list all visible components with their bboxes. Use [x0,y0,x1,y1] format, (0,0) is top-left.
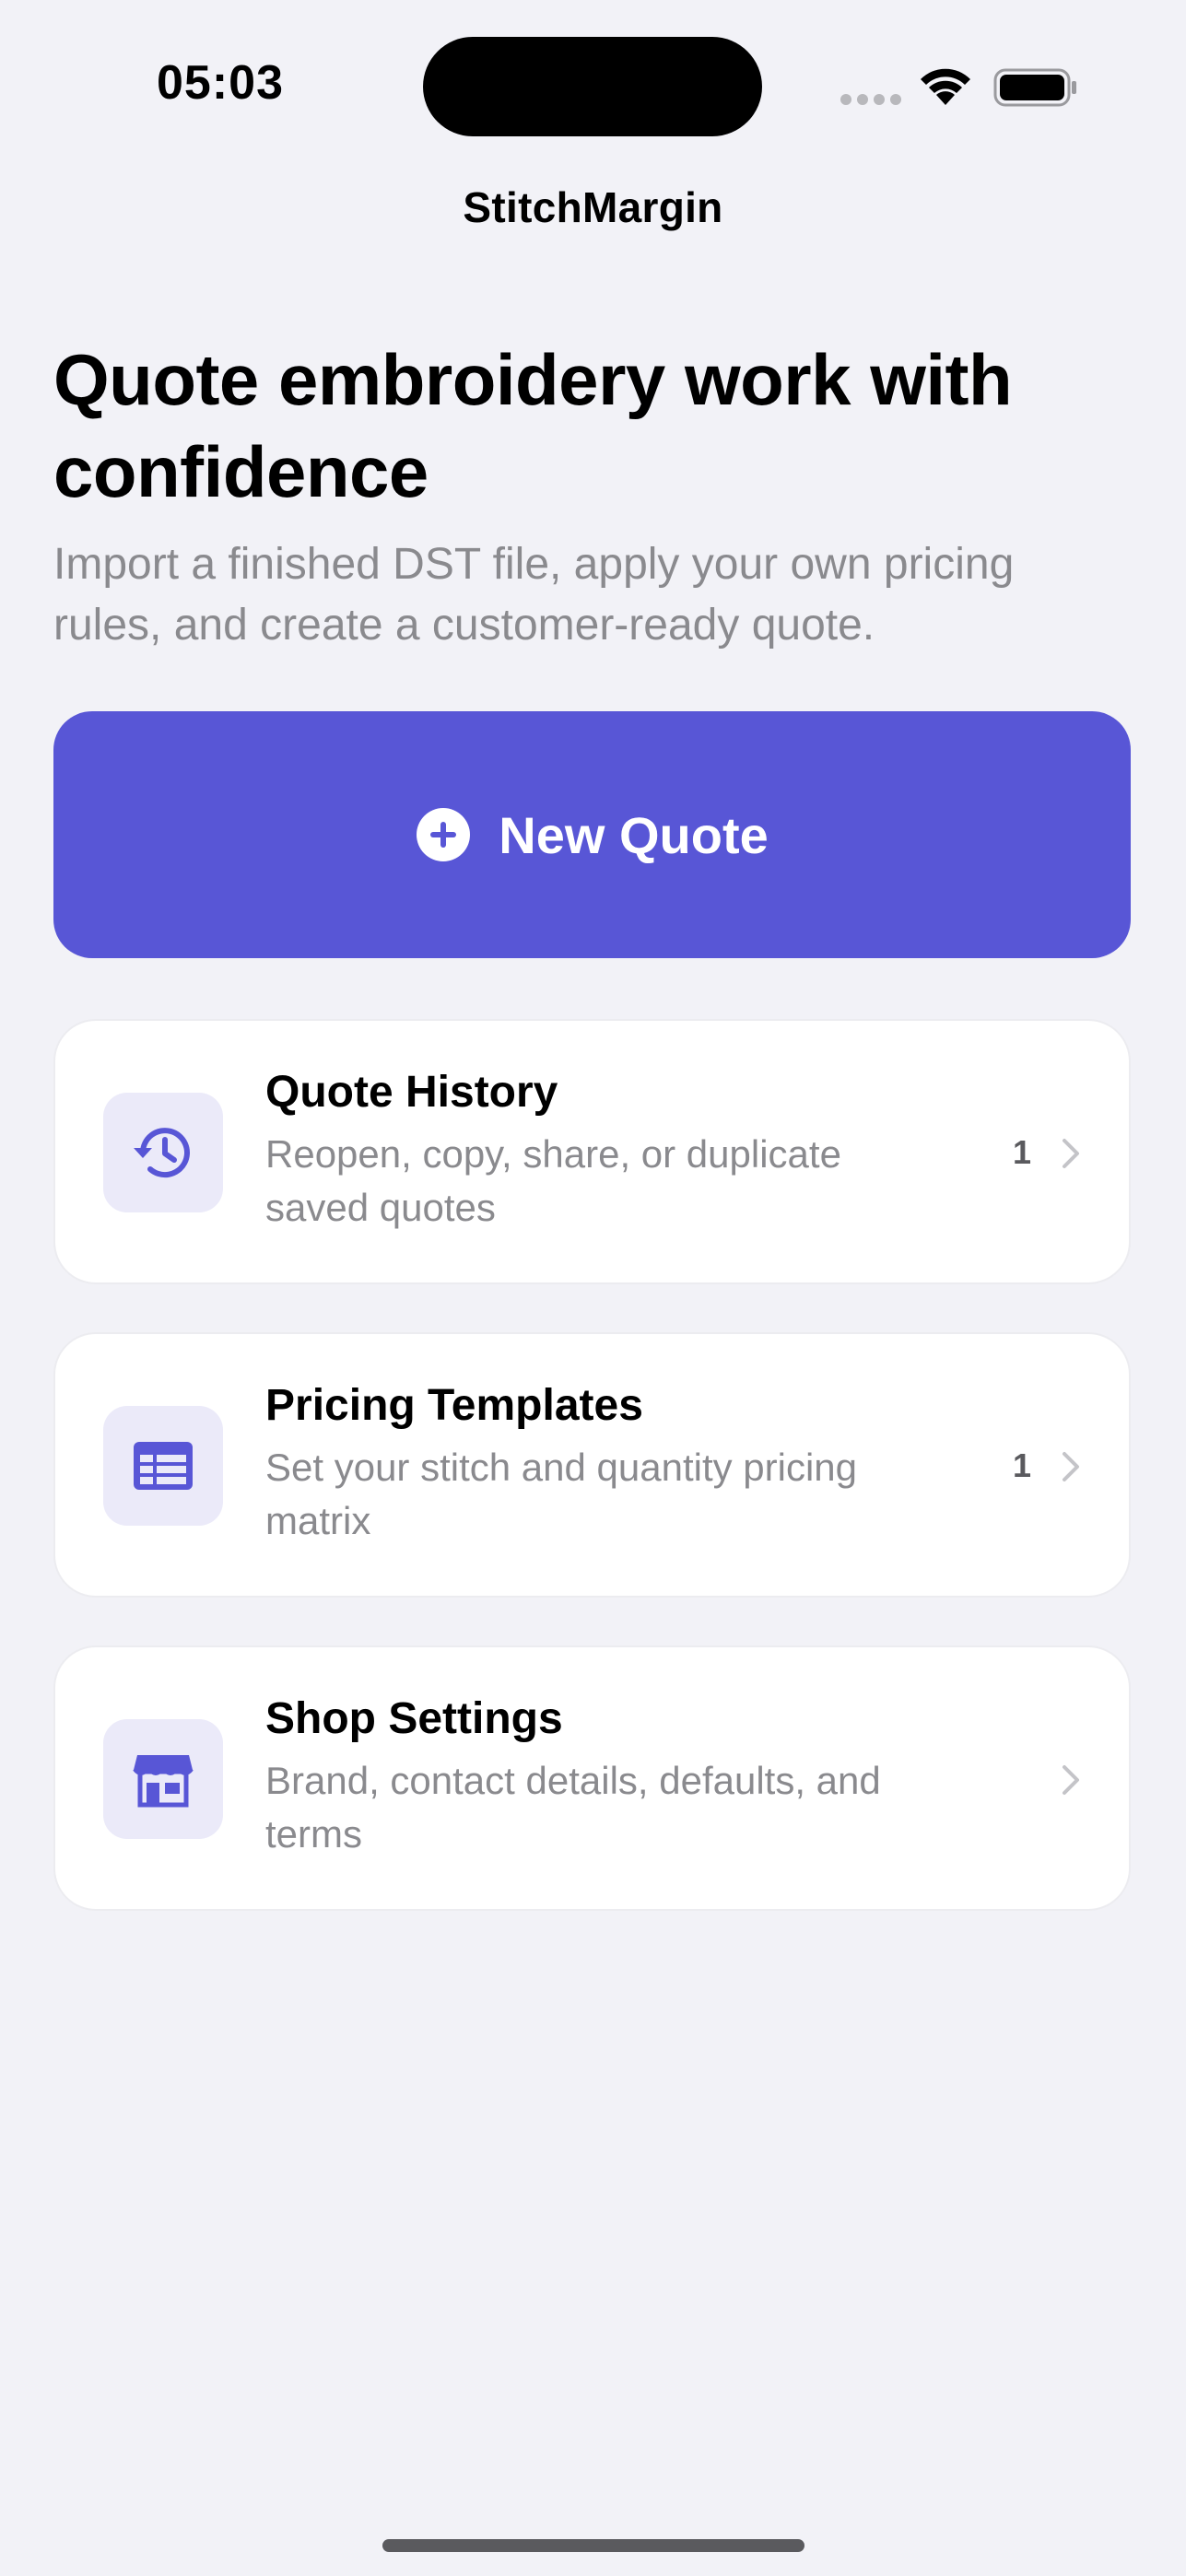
status-time: 05:03 [157,56,284,110]
pricing-templates-count: 1 [1012,1446,1031,1484]
history-icon [134,1128,190,1178]
quote-history-icon-tile [103,1093,223,1212]
quote-history-row[interactable]: Quote History Reopen, copy, share, or du… [53,1019,1131,1284]
quote-history-count: 1 [1012,1133,1031,1171]
pricing-templates-row[interactable]: Pricing Templates Set your stitch and qu… [53,1332,1131,1598]
shop-settings-title: Shop Settings [265,1694,563,1743]
chevron-right-icon [1063,1765,1079,1795]
storefront-icon [133,1755,194,1808]
chevron-right-icon [1063,1452,1079,1481]
dynamic-island [423,37,762,136]
pricing-templates-title: Pricing Templates [265,1381,643,1430]
quote-history-description: Reopen, copy, share, or duplicate saved … [265,1132,841,1229]
hero-subtitle: Import a finished DST file, apply your o… [53,540,1015,650]
pricing-templates-description: Set your stitch and quantity pricing mat… [265,1446,858,1542]
shop-settings-icon-tile [103,1719,223,1839]
home-indicator[interactable] [382,2539,804,2552]
pricing-templates-icon-tile [103,1406,223,1526]
shop-settings-row[interactable]: Shop Settings Brand, contact details, de… [53,1645,1131,1911]
status-bar: 05:03 [0,0,1186,166]
hero-title: Quote embroidery work with confidence [53,339,1013,512]
chevron-right-icon [1063,1139,1079,1168]
new-quote-button[interactable]: New Quote [53,711,1131,958]
shop-settings-description: Brand, contact details, defaults, and te… [265,1759,881,1856]
nav-title: StitchMargin [463,183,723,231]
quote-history-title: Quote History [265,1068,558,1117]
battery-icon [993,68,1076,107]
new-quote-label: New Quote [499,805,769,864]
signal-icon [840,94,901,105]
plus-circle-icon [417,808,471,861]
table-icon [134,1442,193,1490]
wifi-icon [921,68,970,105]
